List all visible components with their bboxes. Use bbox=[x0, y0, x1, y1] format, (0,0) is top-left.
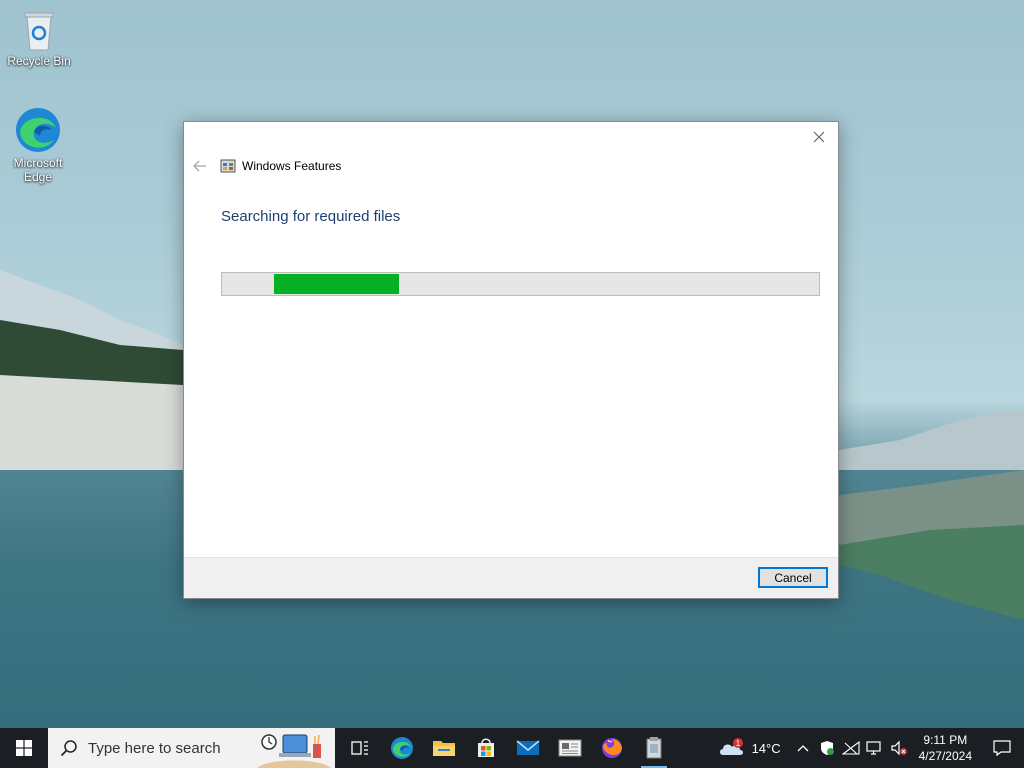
desktop-icon-label: Recycle Bin bbox=[7, 54, 71, 68]
search-icon bbox=[60, 740, 77, 757]
desktop-icon-recycle-bin[interactable]: Recycle Bin bbox=[4, 8, 74, 68]
taskbar: Type here to search 1 14°C 9:11 PM 4/27/… bbox=[0, 728, 1024, 768]
dialog-footer: Cancel bbox=[184, 557, 838, 598]
search-highlight-icon bbox=[257, 734, 331, 768]
task-view-icon bbox=[351, 741, 368, 755]
file-explorer-icon bbox=[433, 741, 455, 756]
task-view-button[interactable] bbox=[339, 728, 381, 768]
cancel-button[interactable]: Cancel bbox=[758, 567, 828, 588]
progress-fill bbox=[273, 274, 400, 294]
security-tray-button[interactable] bbox=[815, 728, 839, 768]
taskbar-mail-button[interactable] bbox=[507, 728, 549, 768]
show-hidden-icons-button[interactable] bbox=[791, 728, 815, 768]
monitor-icon bbox=[866, 741, 881, 755]
edge-icon bbox=[16, 108, 60, 152]
taskbar-file-explorer-button[interactable] bbox=[423, 728, 465, 768]
display-tray-button[interactable] bbox=[863, 728, 887, 768]
news-icon bbox=[558, 739, 582, 757]
clock-time: 9:11 PM bbox=[923, 733, 968, 747]
system-tray: 1 14°C 9:11 PM 4/27/2024 bbox=[708, 728, 1024, 768]
clock-date: 4/27/2024 bbox=[918, 749, 972, 763]
search-placeholder: Type here to search bbox=[88, 739, 221, 757]
notifications-button[interactable] bbox=[980, 728, 1024, 768]
weather-widget[interactable]: 1 14°C bbox=[708, 737, 791, 759]
edge-icon bbox=[391, 737, 413, 759]
taskbar-installer-button[interactable] bbox=[633, 728, 675, 768]
taskbar-news-button[interactable] bbox=[549, 728, 591, 768]
speaker-muted-icon bbox=[891, 740, 907, 756]
firefox-icon bbox=[602, 738, 622, 758]
clock[interactable]: 9:11 PM 4/27/2024 bbox=[911, 732, 980, 764]
taskbar-store-button[interactable] bbox=[465, 728, 507, 768]
installer-icon bbox=[646, 737, 662, 759]
status-heading: Searching for required files bbox=[221, 208, 401, 225]
back-arrow-icon bbox=[193, 160, 206, 172]
chevron-up-icon bbox=[797, 745, 809, 752]
windows-features-icon bbox=[220, 159, 236, 173]
close-icon bbox=[813, 131, 825, 143]
taskbar-search-box[interactable]: Type here to search bbox=[48, 728, 335, 768]
network-disconnected-icon bbox=[841, 741, 860, 755]
taskbar-edge-button[interactable] bbox=[381, 728, 423, 768]
weather-temperature: 14°C bbox=[751, 740, 781, 756]
network-status-button[interactable] bbox=[839, 728, 863, 768]
progress-bar bbox=[221, 272, 820, 296]
windows-logo-icon bbox=[16, 740, 32, 756]
windows-features-dialog: Windows Features Searching for required … bbox=[183, 121, 839, 599]
notification-icon bbox=[993, 740, 1011, 757]
close-button[interactable] bbox=[806, 126, 832, 148]
shield-icon bbox=[820, 741, 834, 755]
volume-button[interactable] bbox=[887, 728, 911, 768]
weather-badge: 1 bbox=[735, 739, 740, 748]
start-button[interactable] bbox=[0, 728, 48, 768]
taskbar-firefox-button[interactable] bbox=[591, 728, 633, 768]
desktop-icon-label: Microsoft Edge bbox=[13, 156, 63, 184]
cloud-icon: 1 bbox=[719, 738, 743, 755]
dialog-title-row: Windows Features bbox=[220, 158, 341, 174]
desktop-icon-edge[interactable]: Microsoft Edge bbox=[3, 106, 73, 184]
dialog-title: Windows Features bbox=[242, 159, 342, 173]
recycle-bin-icon bbox=[24, 12, 54, 51]
store-icon bbox=[478, 738, 494, 757]
back-button[interactable] bbox=[190, 156, 210, 176]
mail-icon bbox=[516, 740, 540, 755]
